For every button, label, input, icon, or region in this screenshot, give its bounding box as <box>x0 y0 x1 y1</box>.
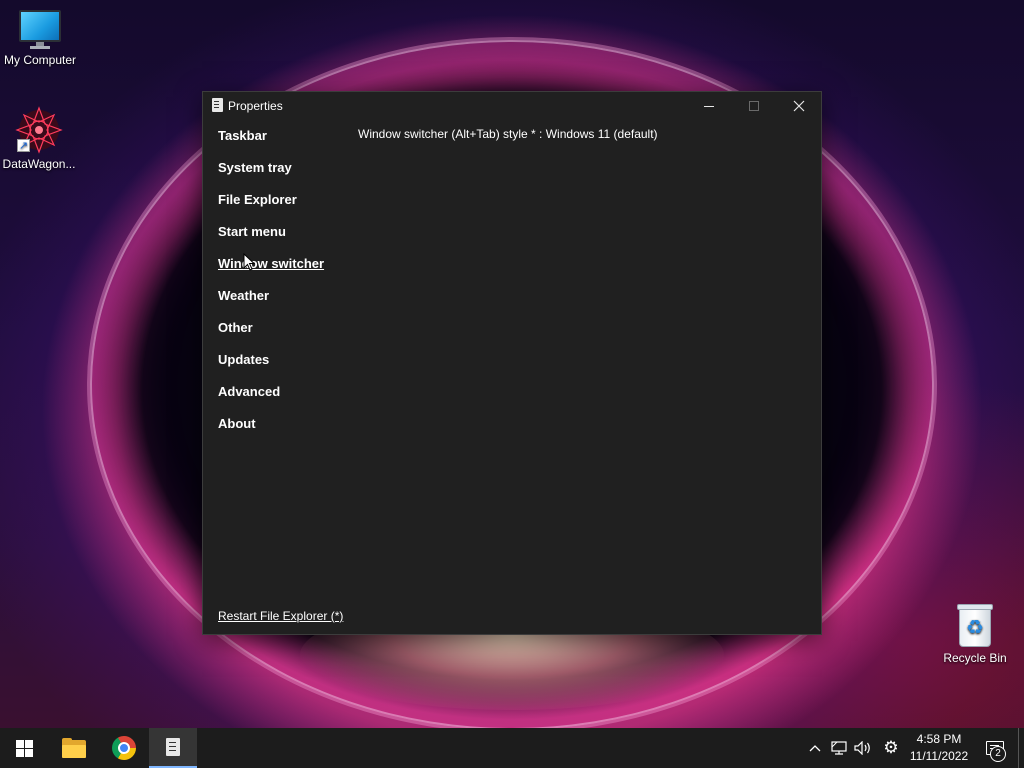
taskbar-properties[interactable] <box>149 728 197 768</box>
nav-item-advanced[interactable]: Advanced <box>218 384 324 416</box>
nav-item-file-explorer[interactable]: File Explorer <box>218 192 324 224</box>
nav-item-start-menu[interactable]: Start menu <box>218 224 324 256</box>
taskbar-clock[interactable]: 4:58 PM 11/11/2022 <box>906 731 972 765</box>
volume-icon <box>854 741 870 755</box>
mouse-cursor-icon <box>243 253 255 271</box>
clock-date: 11/11/2022 <box>909 749 969 763</box>
desktop-icon-label: Recycle Bin <box>943 651 1007 665</box>
maximize-icon <box>749 101 759 111</box>
nav-item-updates[interactable]: Updates <box>218 352 324 384</box>
restart-file-explorer-link[interactable]: Restart File Explorer (*) <box>218 608 343 624</box>
nav-item-about[interactable]: About <box>218 416 324 448</box>
tray-network[interactable] <box>828 728 850 768</box>
shortcut-arrow-icon: ↗ <box>17 139 30 152</box>
recycle-bin-icon: ♻ <box>955 602 995 648</box>
properties-window: Properties Taskbar System tray File Expl… <box>202 91 822 635</box>
tray-overflow-button[interactable] <box>804 728 826 768</box>
minimize-icon <box>704 105 714 107</box>
settings-icon: ⚙ <box>883 738 899 757</box>
notification-count-badge: 2 <box>990 746 1006 762</box>
close-button[interactable] <box>776 92 822 120</box>
taskbar: ⚙ 4:58 PM 11/11/2022 <box>0 728 1024 768</box>
close-icon <box>793 100 805 112</box>
window-switcher-style-setting[interactable]: Window switcher (Alt+Tab) style * : Wind… <box>358 126 658 142</box>
show-desktop-button[interactable] <box>1018 728 1019 768</box>
windows-logo-icon <box>15 739 33 757</box>
network-icon <box>831 741 847 755</box>
desktop-icon-my-computer[interactable]: My Computer <box>0 10 80 67</box>
clock-time: 4:58 PM <box>916 732 962 746</box>
nav-item-weather[interactable]: Weather <box>218 288 324 320</box>
chrome-icon <box>112 736 136 760</box>
desktop-icon-datawagon[interactable]: ↗ DataWagon... <box>0 106 79 171</box>
properties-icon <box>166 738 180 756</box>
window-title: Properties <box>228 99 283 113</box>
desktop-icon-label: DataWagon... <box>2 157 76 171</box>
computer-icon <box>18 10 62 50</box>
properties-icon <box>212 98 223 112</box>
nav-item-window-switcher[interactable]: Window switcher <box>218 256 324 288</box>
nav-item-system-tray[interactable]: System tray <box>218 160 324 192</box>
window-titlebar[interactable]: Properties <box>203 92 821 120</box>
tray-settings[interactable]: ⚙ <box>879 728 903 768</box>
chevron-up-icon <box>809 745 821 752</box>
taskbar-file-explorer[interactable] <box>50 728 98 768</box>
minimize-button[interactable] <box>686 92 732 120</box>
nav-item-other[interactable]: Other <box>218 320 324 352</box>
desktop-icon-label: My Computer <box>3 53 77 67</box>
taskbar-chrome[interactable] <box>100 728 148 768</box>
nav-item-taskbar[interactable]: Taskbar <box>218 128 324 160</box>
maximize-button[interactable] <box>731 92 777 120</box>
tray-volume[interactable] <box>852 728 874 768</box>
datawagon-icon: ↗ <box>15 106 63 154</box>
desktop-icon-recycle-bin[interactable]: ♻ Recycle Bin <box>935 602 1015 665</box>
folder-icon <box>62 738 86 758</box>
settings-nav: Taskbar System tray File Explorer Start … <box>218 128 324 448</box>
start-button[interactable] <box>0 728 48 768</box>
